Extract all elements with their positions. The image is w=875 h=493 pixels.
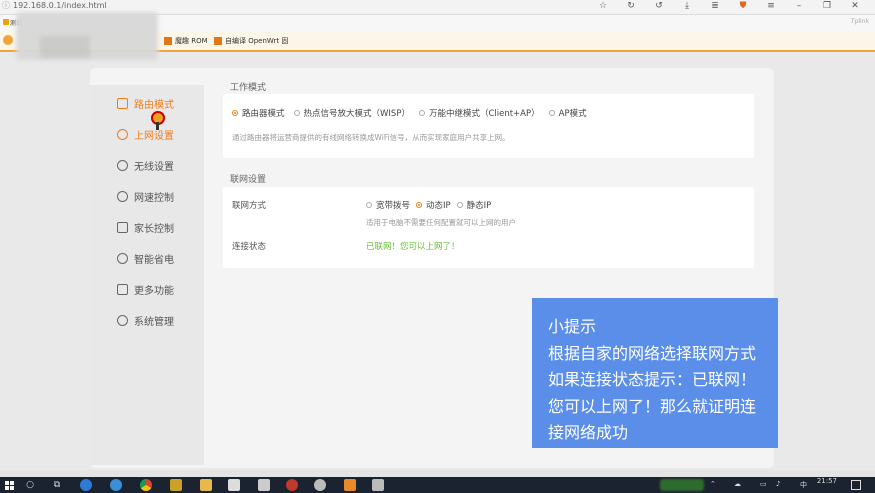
radio-icon: [293, 110, 300, 116]
globe-icon: [117, 128, 128, 140]
connection-method-options: 宽带拨号 动态IP 静态IP: [366, 199, 500, 211]
photos-icon[interactable]: [372, 479, 384, 491]
headphones-icon[interactable]: [344, 479, 356, 491]
app-star-icon[interactable]: [170, 479, 182, 491]
connection-status-label: 连接状态: [232, 242, 267, 252]
sidebar-item-internet-settings[interactable]: 上网设置: [90, 119, 204, 149]
restore-icon[interactable]: ❐: [813, 0, 841, 12]
cloud-icon[interactable]: ☁: [734, 480, 741, 488]
connection-status-value: 已联网！您可以上网了！: [366, 242, 460, 252]
chrome-icon[interactable]: [140, 479, 152, 491]
bookmark-openwrt[interactable]: 自编译 OpenWrt 固: [214, 36, 288, 46]
sidebar-item-speed-control[interactable]: 网速控制: [90, 181, 204, 211]
work-mode-card: [223, 94, 754, 158]
radio-icon: [456, 202, 463, 208]
wifi-icon: [117, 159, 128, 171]
radio-icon: [418, 110, 425, 116]
speed-icon: [117, 190, 128, 202]
close-icon[interactable]: ✕: [841, 0, 869, 12]
bookmark-mokee[interactable]: 魔趣 ROM: [164, 36, 208, 46]
folder-icon[interactable]: [200, 479, 212, 491]
radio-icon: [366, 202, 372, 208]
mouse-cursor-icon: [151, 111, 165, 130]
windows-icon: [4, 480, 14, 490]
router-icon: [117, 97, 128, 109]
page-bottom-strip: [0, 470, 875, 477]
store-icon[interactable]: [228, 479, 240, 491]
undo-icon[interactable]: ↺: [645, 0, 673, 12]
sidebar-item-router-mode[interactable]: 路由模式: [90, 88, 204, 118]
list-icon[interactable]: ≡: [757, 0, 785, 12]
home-icon: [117, 221, 128, 233]
bookmark-icon: [214, 37, 222, 45]
radio-static-ip[interactable]: 静态IP: [456, 199, 491, 211]
page-info-icon[interactable]: ⓘ: [2, 1, 10, 10]
search-icon[interactable]: ○: [24, 479, 36, 491]
clock[interactable]: 21:57: [817, 477, 837, 485]
shield-icon[interactable]: ⛊: [729, 0, 757, 12]
star-icon[interactable]: ☆: [589, 0, 617, 12]
menu-icon[interactable]: ≣: [701, 0, 729, 12]
sidebar-item-system-management[interactable]: 系统管理: [90, 305, 204, 335]
radio-dhcp[interactable]: 动态IP: [416, 199, 451, 211]
work-mode-description: 通过路由器将运营商提供的有线网络转换成WiFi信号，从而实现家庭用户共享上网。: [232, 133, 510, 142]
url-text: 192.168.0.1/index.html: [13, 1, 107, 10]
edge-icon[interactable]: [80, 479, 92, 491]
taskbar: ○ ⧉ ⌃ ☁ ▭ ♪ 中 21:57: [0, 477, 875, 493]
sidebar: 路由模式 上网设置 无线设置 网速控制 家长控制 智能省电 更多功能 系统管理: [90, 85, 204, 465]
start-button[interactable]: [3, 479, 15, 491]
network-icon[interactable]: ▭: [760, 480, 767, 488]
refresh-icon[interactable]: ↻: [617, 0, 645, 12]
browser-toolbar: ☆ ↻ ↺ ⤓ ≣ ⛊ ≡ – ❐ ✕: [589, 0, 869, 12]
media-icon[interactable]: [314, 479, 326, 491]
tip-line: 如果连接状态提示：已联网！: [548, 370, 757, 389]
blurred-region: [660, 479, 704, 491]
work-mode-title: 工作模式: [230, 83, 267, 93]
radio-wisp-mode[interactable]: 热点信号放大模式（WISP）: [293, 107, 410, 119]
radio-selected-icon: [232, 110, 238, 116]
tip-overlay: 小提示 根据自家的网络选择联网方式 如果连接状态提示：已联网！ 您可以上网了！那…: [532, 298, 778, 448]
connection-method-label: 联网方式: [232, 201, 267, 211]
minimize-icon[interactable]: –: [785, 0, 813, 12]
radio-pppoe[interactable]: 宽带拨号: [366, 199, 410, 211]
power-icon: [117, 252, 128, 264]
url-field[interactable]: ⓘ 192.168.0.1/index.html: [2, 0, 107, 11]
settings-icon: [117, 314, 128, 326]
tip-line: 根据自家的网络选择联网方式: [548, 343, 757, 363]
work-mode-options: 路由器模式 热点信号放大模式（WISP） 万能中继模式（Client+AP） A…: [232, 107, 596, 119]
notification-icon[interactable]: [851, 480, 861, 490]
grid-icon: [117, 283, 128, 295]
radio-client-ap-mode[interactable]: 万能中继模式（Client+AP）: [418, 107, 540, 119]
mail-icon[interactable]: [258, 479, 270, 491]
sidebar-item-parental-control[interactable]: 家长控制: [90, 212, 204, 242]
sidebar-item-power-saving[interactable]: 智能省电: [90, 243, 204, 273]
tip-line: 您可以上网了！那么就证明连: [548, 396, 757, 416]
volume-icon[interactable]: ♪: [776, 480, 780, 488]
browser-icon[interactable]: [110, 479, 122, 491]
tip-line: 接网络成功: [548, 423, 629, 442]
brand-text: Tplink: [850, 18, 869, 25]
radio-router-mode[interactable]: 路由器模式: [232, 107, 285, 119]
tray-expand-icon[interactable]: ⌃: [710, 480, 716, 488]
sidebar-item-wireless[interactable]: 无线设置: [90, 150, 204, 180]
bookmark-icon: [164, 37, 172, 45]
blurred-region: [16, 12, 158, 60]
record-icon[interactable]: [286, 479, 298, 491]
bookmark-folder-icon[interactable]: [3, 35, 13, 45]
tip-title: 小提示: [548, 317, 597, 336]
sidebar-item-more-features[interactable]: 更多功能: [90, 274, 204, 304]
radio-ap-mode[interactable]: AP模式: [548, 107, 587, 119]
radio-icon: [548, 110, 555, 116]
tab-favicon-icon: [3, 19, 9, 25]
radio-selected-icon: [416, 202, 423, 208]
connection-method-hint: 适用于电脑不需要任何配置就可以上网的用户: [366, 218, 516, 227]
network-settings-title: 联网设置: [230, 175, 267, 185]
ime-indicator[interactable]: 中: [800, 480, 807, 490]
task-view-icon[interactable]: ⧉: [51, 479, 63, 491]
download-icon[interactable]: ⤓: [673, 0, 701, 12]
